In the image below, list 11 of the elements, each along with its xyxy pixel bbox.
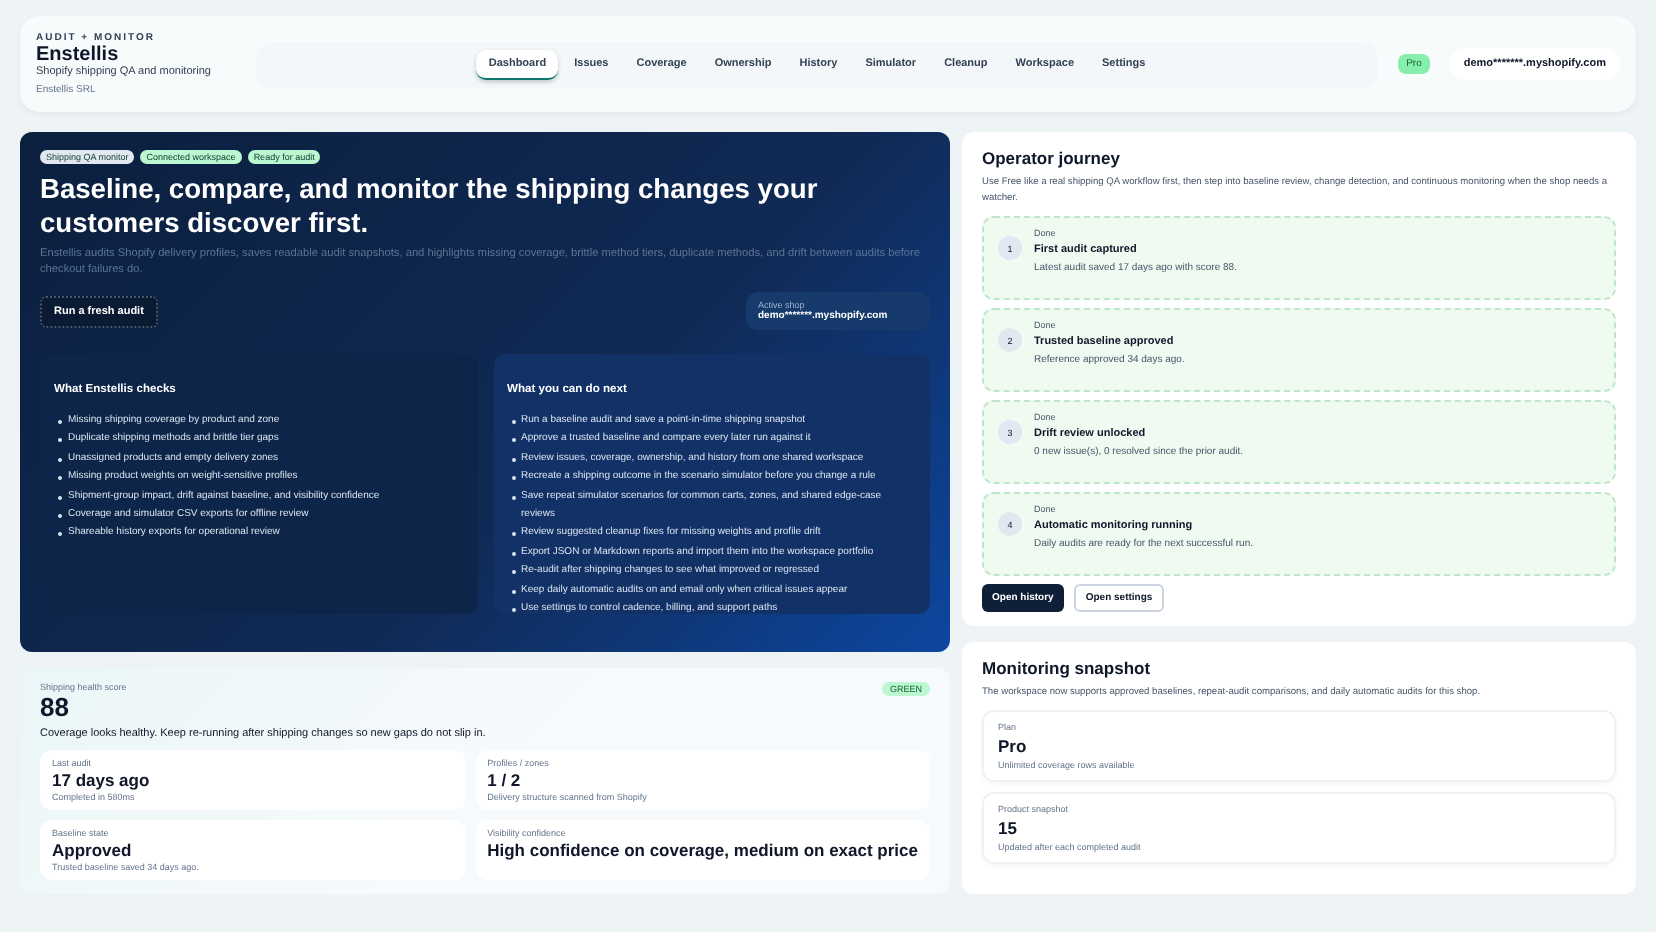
score-value: 88 xyxy=(40,692,71,722)
card-title: Operator journey xyxy=(982,148,1122,168)
stat-value: Pro xyxy=(998,736,1029,756)
stat-value: High confidence on coverage, medium on exact price xyxy=(487,840,918,860)
stat-value: 1 / 2 xyxy=(487,770,523,790)
app-title: Enstellis xyxy=(36,44,121,66)
stat-value: 15 xyxy=(998,818,1019,838)
card-title: Monitoring snapshot xyxy=(982,658,1153,678)
stat-value: 17 days ago xyxy=(52,770,152,790)
hero-title: Baseline, compare, and monitor the shipping changes your customers discover first. xyxy=(40,172,820,240)
stat-value: Approved xyxy=(52,840,134,860)
